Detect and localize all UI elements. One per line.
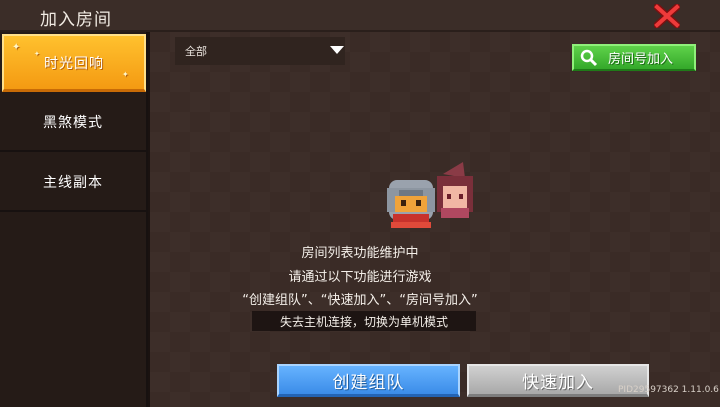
- mode-sidebar: ✦ ✦ ✦ 时光回响 黑煞模式 主线副本: [0, 32, 148, 407]
- sparkle-icon: ✦: [12, 42, 22, 53]
- notice-line-3: “创建组队”、“快速加入”、“房间号加入”: [242, 293, 478, 308]
- join-by-room-number-label: 房间号加入: [608, 52, 674, 67]
- notice-line-1: 房间列表功能维护中: [301, 246, 419, 261]
- title-bar: 加入房间: [0, 0, 720, 32]
- notice-line-2: 请通过以下功能进行游戏: [288, 270, 432, 285]
- search-icon: [580, 49, 598, 66]
- sidebar-item-time-echo[interactable]: ✦ ✦ ✦ 时光回响: [2, 34, 146, 92]
- connection-lost-toast: 失去主机连接，切换为单机模式: [252, 311, 476, 331]
- join-by-room-number-button[interactable]: 房间号加入: [572, 44, 696, 71]
- create-team-button[interactable]: 创建组队: [277, 364, 460, 397]
- sparkle-icon: ✦: [122, 70, 130, 79]
- close-button[interactable]: [652, 2, 682, 30]
- sidebar-item-label: 时光回响: [44, 55, 104, 72]
- sidebar-item-label: 主线副本: [43, 175, 103, 191]
- chevron-down-icon: [330, 46, 344, 54]
- sidebar-item-label: 黑煞模式: [43, 115, 103, 131]
- sidebar-item-black-mode[interactable]: 黑煞模式: [0, 94, 146, 152]
- sparkle-icon: ✦: [34, 50, 41, 58]
- sidebar-item-main-dungeon[interactable]: 主线副本: [0, 154, 146, 212]
- build-version-label: PID29597362 1.11.0.6: [618, 385, 719, 395]
- room-filter-dropdown[interactable]: 全部: [175, 37, 345, 65]
- filter-selected-value: 全部: [185, 45, 207, 58]
- character-mascots-image: [387, 162, 473, 228]
- window-title: 加入房间: [40, 10, 112, 30]
- close-icon: [654, 4, 680, 28]
